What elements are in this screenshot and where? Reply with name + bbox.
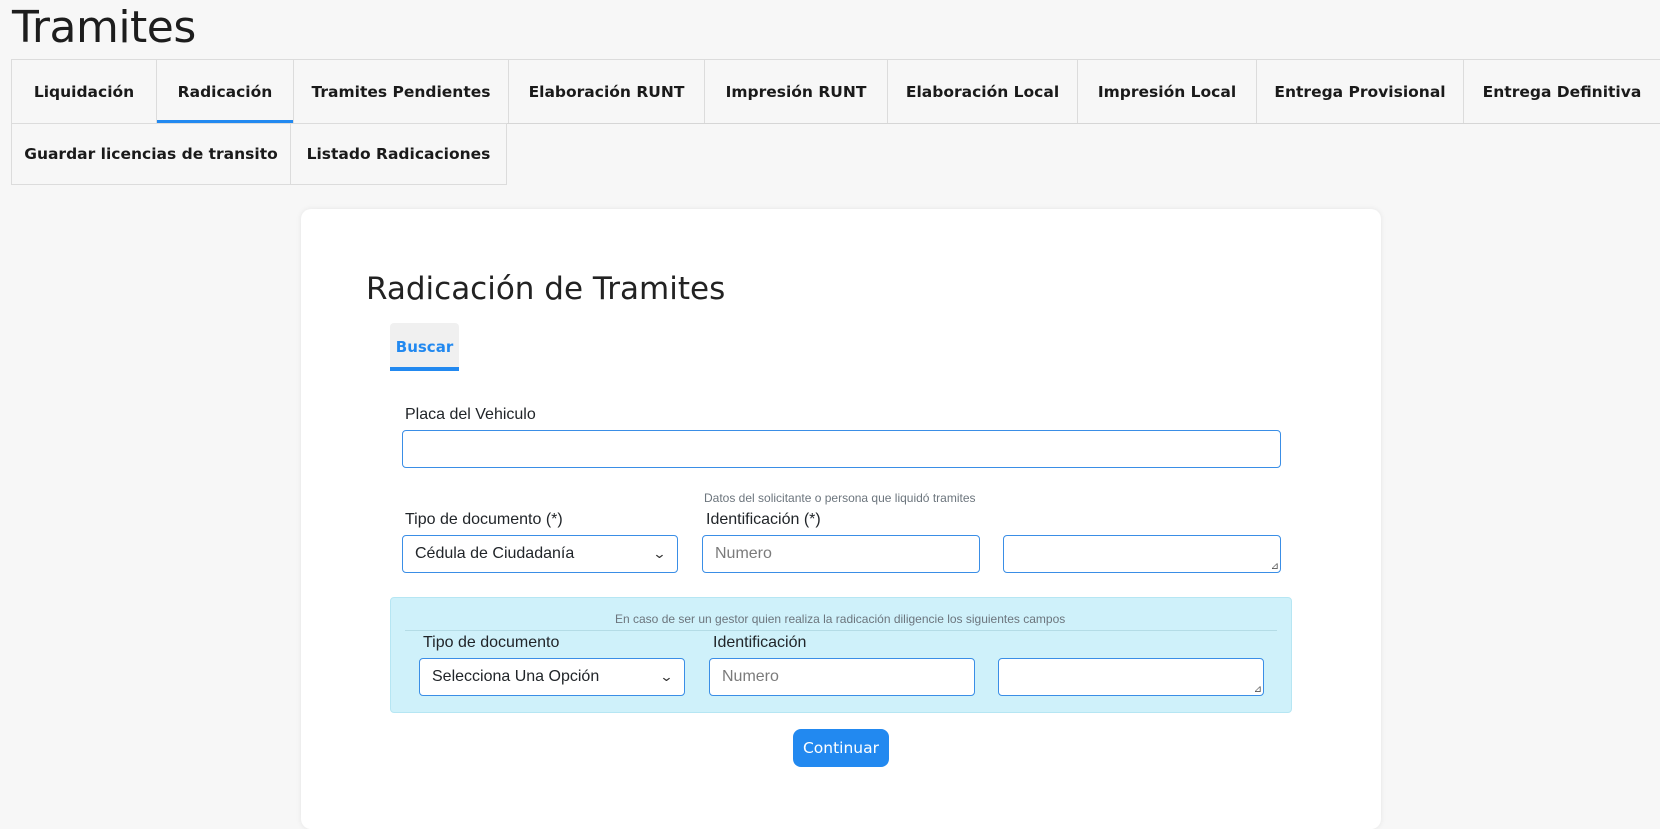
gestor-identificacion-label: Identificación [713, 634, 807, 651]
resize-handle-icon[interactable]: ⊿ [1254, 684, 1262, 695]
chevron-down-icon: ⌄ [659, 669, 674, 684]
tab-impresion-local[interactable]: Impresión Local [1077, 59, 1257, 123]
gestor-tipo-doc-select[interactable]: Selecciona Una Opción ⌄ [419, 658, 685, 696]
tab-entrega-definitiva[interactable]: Entrega Definitiva [1463, 59, 1660, 123]
form-title: Radicación de Tramites [366, 271, 726, 307]
placa-input[interactable] [402, 430, 1281, 468]
tab-tramites-pendientes[interactable]: Tramites Pendientes [293, 59, 509, 123]
tab-entrega-provisional[interactable]: Entrega Provisional [1256, 59, 1464, 123]
solicitante-extra-textarea[interactable] [1003, 535, 1281, 573]
subtab-buscar[interactable]: Buscar [390, 323, 459, 371]
gestor-hint: En caso de ser un gestor quien realiza l… [615, 612, 1066, 626]
radicacion-card: Radicación de Tramites Buscar Placa del … [301, 209, 1381, 829]
solicitante-hint: Datos del solicitante o persona que liqu… [704, 491, 976, 505]
page-title: Tramites [12, 2, 196, 53]
chevron-down-icon: ⌄ [652, 546, 667, 561]
gestor-tipo-doc-label: Tipo de documento [423, 634, 560, 651]
identificacion-label: Identificación (*) [706, 511, 821, 528]
tipo-doc-value: Cédula de Ciudadanía [415, 545, 575, 562]
placa-label: Placa del Vehiculo [405, 406, 536, 423]
tab-impresion-runt[interactable]: Impresión RUNT [704, 59, 888, 123]
gestor-divider [405, 630, 1277, 631]
solicitante-extra-field-wrap: ⊿ [1003, 535, 1281, 573]
tipo-doc-label: Tipo de documento (*) [405, 511, 563, 528]
tab-radicacion[interactable]: Radicación [156, 59, 294, 124]
tab-guardar-licencias[interactable]: Guardar licencias de transito [11, 123, 291, 185]
tab-elaboracion-local[interactable]: Elaboración Local [887, 59, 1078, 123]
tipo-doc-select[interactable]: Cédula de Ciudadanía ⌄ [402, 535, 678, 573]
gestor-tipo-doc-value: Selecciona Una Opción [432, 668, 600, 685]
gestor-extra-textarea[interactable] [998, 658, 1264, 696]
tabs-row-2: Guardar licencias de transito Listado Ra… [11, 123, 507, 185]
tabs-row-1: Liquidación Radicación Tramites Pendient… [11, 59, 1660, 124]
gestor-section: En caso de ser un gestor quien realiza l… [390, 597, 1292, 713]
resize-handle-icon[interactable]: ⊿ [1271, 561, 1279, 572]
continue-button[interactable]: Continuar [793, 729, 889, 767]
identificacion-input[interactable] [702, 535, 980, 573]
tab-liquidacion[interactable]: Liquidación [11, 59, 157, 123]
gestor-extra-field-wrap: ⊿ [998, 658, 1264, 696]
gestor-identificacion-input[interactable] [709, 658, 975, 696]
tab-listado-radicaciones[interactable]: Listado Radicaciones [290, 123, 507, 185]
tab-elaboracion-runt[interactable]: Elaboración RUNT [508, 59, 705, 123]
